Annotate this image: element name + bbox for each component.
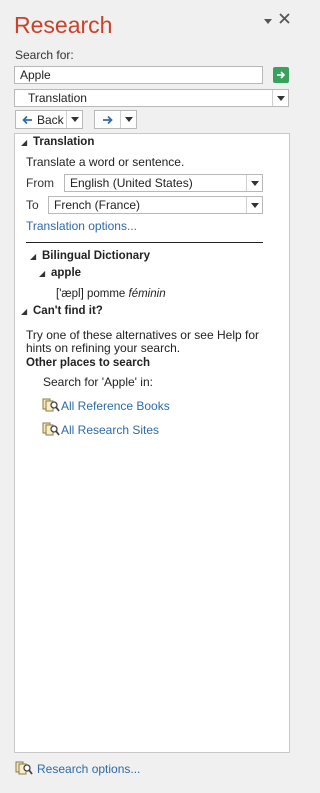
collapse-triangle-icon[interactable]: ◢ [30, 252, 36, 261]
search-input[interactable]: Apple [14, 66, 263, 84]
collapse-triangle-icon[interactable]: ◢ [39, 269, 45, 278]
arrow-left-icon [22, 115, 32, 125]
pronunciation-text: ['æpl] pomme [56, 288, 126, 300]
chevron-down-icon[interactable] [246, 175, 262, 191]
arrow-right-icon [103, 115, 113, 125]
from-label: From [26, 176, 54, 190]
dictionary-heading[interactable]: Bilingual Dictionary [42, 250, 150, 262]
dictionary-entry: ['æpl] pomme féminin [56, 288, 166, 300]
collapse-triangle-icon[interactable]: ◢ [21, 307, 27, 316]
reference-book-search-icon [42, 397, 60, 413]
close-icon[interactable] [279, 13, 290, 27]
gender-text: féminin [128, 288, 166, 300]
forward-button[interactable] [94, 110, 137, 129]
cant-find-hint: Try one of these alternatives or see Hel… [26, 328, 260, 355]
divider [120, 111, 121, 128]
search-label: Search for: [15, 48, 74, 62]
all-research-sites-link[interactable]: All Research Sites [61, 423, 159, 437]
from-language-select[interactable]: English (United States) [64, 174, 263, 192]
chevron-down-icon[interactable] [125, 117, 133, 122]
section-divider [26, 242, 263, 243]
back-label: Back [37, 113, 64, 127]
arrow-right-icon [277, 71, 286, 79]
to-language-value: French (France) [54, 198, 141, 212]
research-service-select[interactable]: Translation [14, 89, 289, 107]
research-sites-search-icon [42, 421, 60, 437]
research-options-link[interactable]: Research options... [37, 762, 140, 776]
divider [66, 111, 67, 128]
dropdown-arrow-icon[interactable] [263, 15, 273, 29]
back-button[interactable]: Back [15, 110, 83, 129]
to-label: To [26, 198, 39, 212]
start-search-button[interactable] [273, 67, 289, 83]
from-language-value: English (United States) [70, 176, 193, 190]
translation-description: Translate a word or sentence. [26, 155, 185, 169]
search-for-text: Search for 'Apple' in: [43, 375, 153, 389]
all-reference-books-link[interactable]: All Reference Books [61, 399, 170, 413]
translation-heading[interactable]: Translation [33, 136, 94, 148]
to-language-select[interactable]: French (France) [48, 196, 263, 214]
chevron-down-icon[interactable] [272, 90, 288, 106]
chevron-down-icon[interactable] [71, 117, 79, 122]
chevron-down-icon[interactable] [246, 197, 262, 213]
research-service-value: Translation [28, 91, 87, 105]
cant-find-heading[interactable]: Can't find it? [33, 305, 103, 317]
dictionary-word[interactable]: apple [51, 267, 81, 279]
research-options-icon [15, 760, 33, 776]
collapse-triangle-icon[interactable]: ◢ [21, 138, 27, 147]
translation-options-link[interactable]: Translation options... [26, 219, 137, 233]
other-places-heading: Other places to search [26, 357, 150, 369]
pane-title: Research [14, 12, 113, 38]
